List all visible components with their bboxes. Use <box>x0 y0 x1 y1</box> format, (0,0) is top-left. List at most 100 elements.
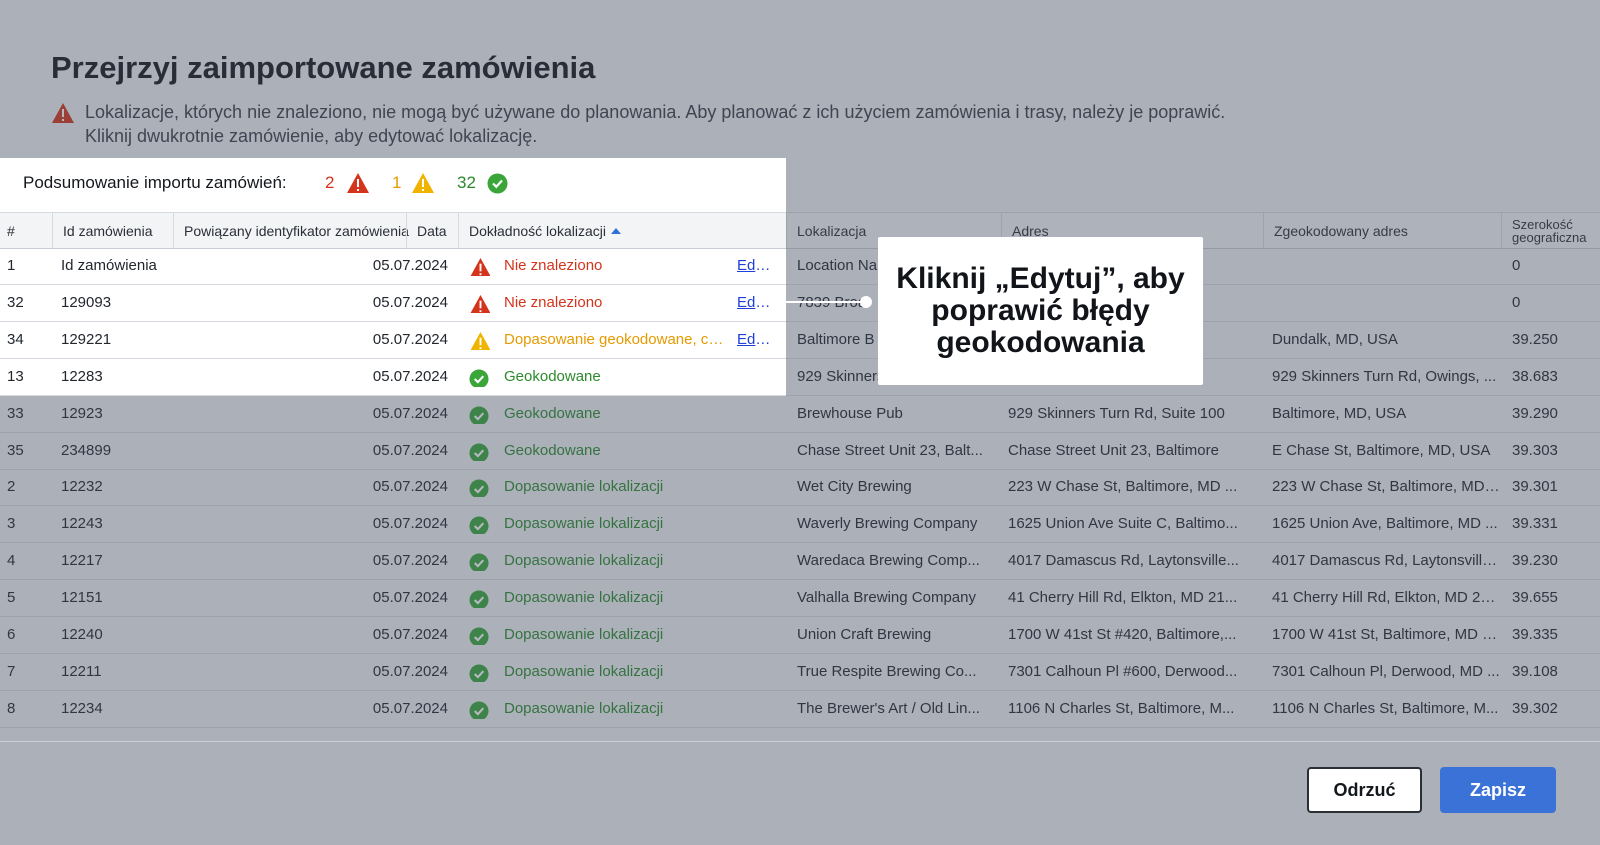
address: 1106 N Charles St, Baltimore, M... <box>1008 699 1235 717</box>
location-name: Brewhouse Pub <box>797 404 903 422</box>
col-header-order-id[interactable]: Id zamówienia <box>52 213 173 248</box>
order-date: 05.07.2024 <box>372 404 448 422</box>
col-header-latitude[interactable]: Szerokość geograficzna <box>1501 213 1600 248</box>
order-id: 12923 <box>61 404 103 422</box>
address: Chase Street Unit 23, Baltimore <box>1008 441 1219 459</box>
warning-triangle-red-icon <box>469 293 490 313</box>
ok-count: 32 <box>457 173 476 192</box>
geocoded-address: E Chase St, Baltimore, MD, USA <box>1272 441 1491 459</box>
footer-divider <box>0 741 1600 742</box>
callout-dot <box>860 296 872 308</box>
warning-triangle-yellow-icon <box>469 330 490 350</box>
warning-count: 1 <box>392 173 402 192</box>
check-circle-green-icon <box>469 699 490 719</box>
location-name: Valhalla Brewing Company <box>797 589 976 607</box>
check-circle-green-icon <box>469 514 490 535</box>
order-id: 234899 <box>61 441 112 459</box>
table-header: # Id zamówienia Powiązany identyfikator … <box>0 212 1600 249</box>
order-date: 05.07.2024 <box>372 662 448 680</box>
table-row[interactable]: 2 12232 05.07.2024 Dopasowanie lokalizacji W… <box>0 469 1600 507</box>
location-name: Wet City Brewing <box>797 478 912 496</box>
row-number: 2 <box>7 478 16 496</box>
discard-button[interactable]: Odrzuć <box>1307 767 1422 813</box>
location-accuracy: Geokodowane <box>504 441 601 459</box>
row-number: 4 <box>7 552 16 570</box>
table-row[interactable]: 1 Id zamówienia 05.07.2024 Nie znaleziono Ed… <box>0 248 1600 285</box>
row-number: 5 <box>7 589 16 607</box>
latitude: 0 <box>1512 293 1521 311</box>
col-header-location-accuracy-label: Dokładność lokalizacji <box>469 222 606 239</box>
error-count: 2 <box>325 173 335 192</box>
location-accuracy: Dopasowanie lokalizacji <box>504 626 664 643</box>
row-number: 7 <box>7 662 16 680</box>
warning-triangle-red-icon <box>469 256 490 276</box>
row-number: 34 <box>7 330 24 348</box>
table-row[interactable]: 3 12243 05.07.2024 Dopasowanie lokalizacji W… <box>0 506 1600 544</box>
latitude: 39.655 <box>1512 589 1558 607</box>
geocoded-address: 223 W Chase St, Baltimore, MD ... <box>1272 478 1500 496</box>
location-accuracy: Dopasowanie lokalizacji <box>504 662 664 680</box>
table-row[interactable]: 5 12151 05.07.2024 Dopasowanie lokalizacji V… <box>0 580 1600 618</box>
order-date: 05.07.2024 <box>372 478 448 496</box>
order-date: 05.07.2024 <box>372 441 448 459</box>
latitude: 39.301 <box>1512 478 1558 496</box>
check-circle-green-icon <box>469 662 490 682</box>
col-header-date[interactable]: Data <box>406 213 458 248</box>
table-row[interactable]: 35 234899 05.07.2024 Geokodowane Chase Stree… <box>0 433 1600 470</box>
latitude: 39.302 <box>1512 699 1558 717</box>
check-circle-green-icon <box>469 551 490 572</box>
check-circle-green-icon <box>469 367 490 387</box>
address: 223 W Chase St, Baltimore, MD ... <box>1008 478 1238 496</box>
edit-link[interactable]: Edytuj <box>737 248 777 284</box>
latitude: 39.250 <box>1512 330 1558 348</box>
location-accuracy: Geokodowane <box>504 404 601 422</box>
geocoded-address <box>1272 248 1500 284</box>
location-accuracy: Dopasowanie lokalizacji <box>504 589 664 607</box>
table-row[interactable]: 6 12240 05.07.2024 Dopasowanie lokalizacji U… <box>0 617 1600 654</box>
order-date: 05.07.2024 <box>372 367 448 385</box>
table-row[interactable]: 33 12923 05.07.2024 Geokodowane Brewhouse Pu… <box>0 396 1600 433</box>
table-row[interactable]: 13 12283 05.07.2024 Geokodowane 929 Skinners… <box>0 359 1600 396</box>
geocoded-address: 41 Cherry Hill Rd, Elkton, MD 21... <box>1272 589 1500 607</box>
edit-link[interactable]: Edytuj <box>737 285 777 321</box>
col-header-related-id[interactable]: Powiązany identyfikator zamówienia <box>173 213 409 248</box>
location-name: True Respite Brewing Co... <box>797 662 977 680</box>
save-button[interactable]: Zapisz <box>1440 767 1556 813</box>
location-name: Union Craft Brewing <box>797 626 932 643</box>
location-name: The Brewer's Art / Old Lin... <box>797 699 980 717</box>
latitude: 39.230 <box>1512 552 1558 570</box>
dialog-backdrop: Przejrzyj zaimportowane zamówienia Lokal… <box>0 0 1600 845</box>
location-name: Chase Street Unit 23, Balt... <box>797 441 983 459</box>
col-header-num[interactable]: # <box>0 213 52 248</box>
geocoded-address: 929 Skinners Turn Rd, Owings, ... <box>1272 367 1497 385</box>
summary-label: Podsumowanie importu zamówień: <box>23 173 287 192</box>
geocoded-address: Baltimore, MD, USA <box>1272 404 1407 422</box>
warning-text-line2: Kliknij dwukrotnie zamówienie, aby edyto… <box>85 126 538 146</box>
col-header-location-accuracy[interactable]: Dokładność lokalizacji <box>458 213 786 248</box>
address: 1700 W 41st St #420, Baltimore,... <box>1008 626 1237 643</box>
sort-ascending-icon <box>610 227 621 234</box>
table-row[interactable]: 8 12234 05.07.2024 Dopasowanie lokalizacji T… <box>0 691 1600 728</box>
location-accuracy: Dopasowanie geokodowane, częściowe <box>504 330 724 348</box>
warning-triangle-red-icon <box>347 173 369 193</box>
callout-connector <box>786 301 865 303</box>
table-row[interactable]: 34 129221 05.07.2024 Dopasowanie geokodowan… <box>0 322 1600 359</box>
table-row[interactable]: 7 12211 05.07.2024 Dopasowanie lokalizacji T… <box>0 654 1600 691</box>
location-accuracy: Dopasowanie lokalizacji <box>504 552 664 570</box>
location-name: Waverly Brewing Company <box>797 515 978 533</box>
address: 7301 Calhoun Pl #600, Derwood... <box>1008 662 1238 680</box>
check-circle-green-icon <box>469 588 490 609</box>
row-number: 33 <box>7 404 24 422</box>
table-row[interactable]: 3212909305.07.2024Nie znalezionoEdytuj78… <box>0 285 1600 322</box>
address: 1625 Union Ave Suite C, Baltimo... <box>1008 515 1238 533</box>
callout-box: Kliknij „Edytuj”, aby poprawić błędy geo… <box>878 237 1203 385</box>
latitude: 39.335 <box>1512 626 1558 643</box>
order-id: 12151 <box>61 589 103 607</box>
location-accuracy: Dopasowanie lokalizacji <box>504 478 664 496</box>
order-date: 05.07.2024 <box>372 257 448 274</box>
col-header-geocoded-address[interactable]: Zgeokodowany adres <box>1263 213 1501 248</box>
edit-link[interactable]: Edytuj <box>737 322 777 358</box>
address: 41 Cherry Hill Rd, Elkton, MD 21... <box>1008 589 1238 607</box>
table-row[interactable]: 4 12217 05.07.2024 Dopasowanie lokalizacji W… <box>0 543 1600 581</box>
geocoded-address: 7301 Calhoun Pl, Derwood, MD ... <box>1272 662 1500 680</box>
